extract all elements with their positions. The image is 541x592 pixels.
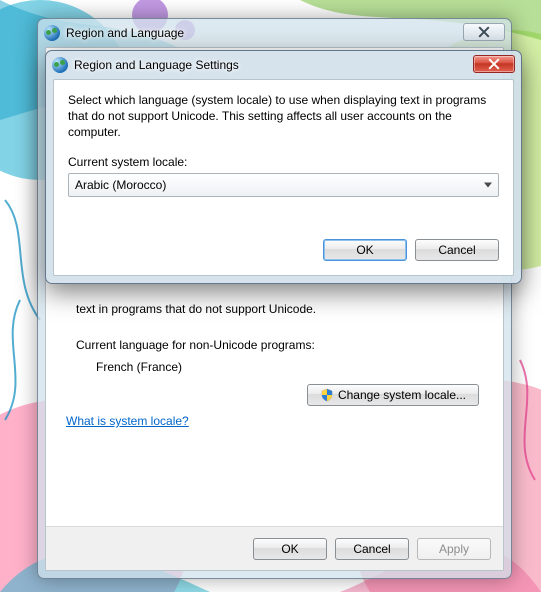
uac-shield-icon xyxy=(320,388,334,402)
dialog-description: Select which language (system locale) to… xyxy=(68,92,499,141)
dialog-title: Region and Language Settings xyxy=(74,58,239,72)
current-language-label: Current language for non-Unicode program… xyxy=(76,338,315,352)
ok-label: OK xyxy=(281,542,298,556)
cancel-label: Cancel xyxy=(438,243,475,257)
apply-label: Apply xyxy=(439,542,469,556)
current-language-value: French (France) xyxy=(96,360,182,374)
system-locale-combobox[interactable]: Arabic (Morocco) xyxy=(68,173,499,197)
window-footer: OK Cancel Apply xyxy=(46,526,503,570)
dialog-client-area: Select which language (system locale) to… xyxy=(53,79,514,276)
globe-icon xyxy=(52,57,68,73)
change-system-locale-label: Change system locale... xyxy=(338,388,466,402)
chevron-down-icon xyxy=(484,182,492,187)
system-locale-label: Current system locale: xyxy=(68,155,499,169)
what-is-system-locale-link[interactable]: What is system locale? xyxy=(66,414,189,428)
cancel-button[interactable]: Cancel xyxy=(415,239,499,261)
ok-button[interactable]: OK xyxy=(323,239,407,261)
system-locale-value: Arabic (Morocco) xyxy=(75,178,166,192)
cancel-label: Cancel xyxy=(353,542,390,556)
ok-label: OK xyxy=(356,243,373,257)
window-titlebar[interactable]: Region and Language xyxy=(38,19,511,47)
partial-description-text: text in programs that do not support Uni… xyxy=(76,302,483,316)
close-button[interactable] xyxy=(463,23,505,41)
close-icon xyxy=(478,26,490,38)
close-button[interactable] xyxy=(473,55,515,73)
region-language-settings-dialog: Region and Language Settings Select whic… xyxy=(45,50,522,284)
dialog-titlebar[interactable]: Region and Language Settings xyxy=(46,51,521,79)
dialog-actions: OK Cancel xyxy=(68,239,499,261)
apply-button: Apply xyxy=(417,538,491,560)
ok-button[interactable]: OK xyxy=(253,538,327,560)
close-icon xyxy=(488,58,500,70)
change-system-locale-button[interactable]: Change system locale... xyxy=(307,384,479,406)
cancel-button[interactable]: Cancel xyxy=(335,538,409,560)
window-title: Region and Language xyxy=(66,26,184,40)
globe-icon xyxy=(44,25,60,41)
